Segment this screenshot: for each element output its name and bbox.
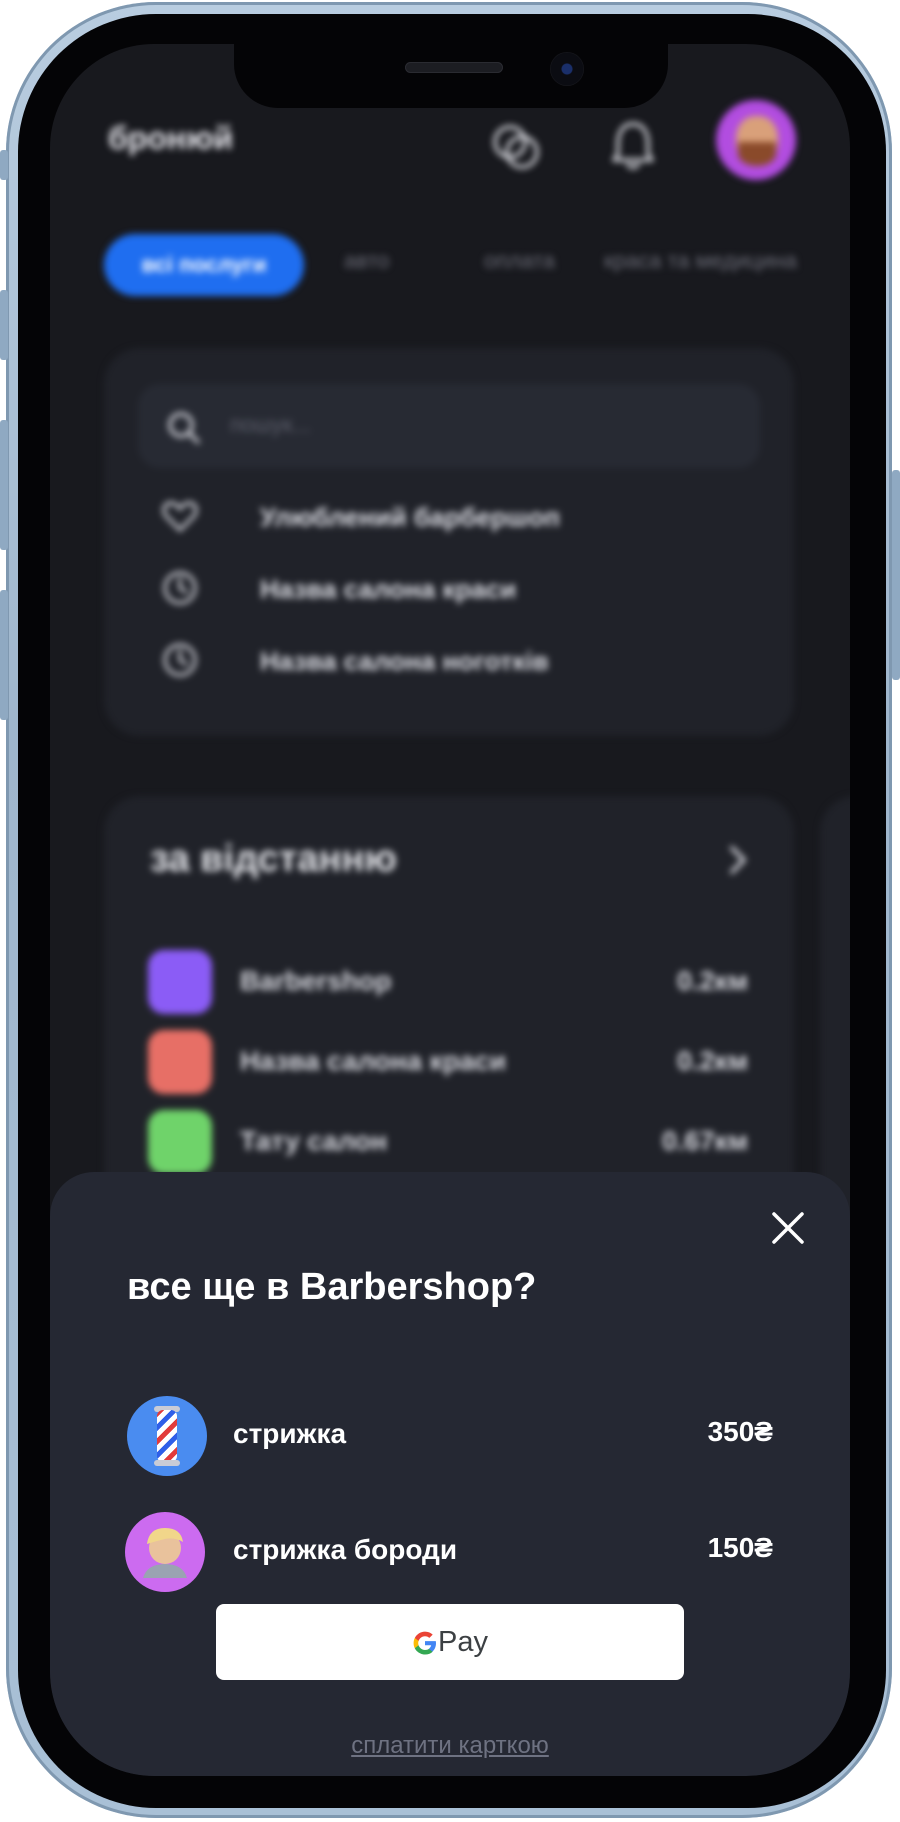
tattoo-pen-icon <box>148 1110 212 1174</box>
search-placeholder: пошук... <box>230 412 311 437</box>
gpay-label: Pay <box>438 1626 488 1658</box>
bottom-sheet: все ще в Barbershop? стрижка 350₴ стрижк… <box>50 1172 850 1776</box>
user-avatar[interactable] <box>716 100 796 180</box>
place-distance: 0.67км <box>661 1126 748 1156</box>
place-name: Назва салона краси <box>240 1046 507 1076</box>
side-button-right <box>892 470 900 680</box>
place-distance: 0.2км <box>676 966 748 996</box>
clock-icon <box>160 568 200 613</box>
bell-icon[interactable] <box>610 118 656 177</box>
pay-by-card-link[interactable]: сплатити карткою <box>50 1732 850 1760</box>
recent-item-label: Назва салона ноготків <box>260 646 549 676</box>
side-button-left-1 <box>0 150 8 180</box>
place-row-tattoo[interactable]: Тату салон 0.67км <box>148 1110 748 1174</box>
heart-icon <box>160 496 200 541</box>
service-price: 350₴ <box>707 1416 773 1447</box>
service-row-beard[interactable]: стрижка бороди 150₴ <box>125 1512 773 1592</box>
place-row-barbershop[interactable]: Barbershop 0.2км <box>148 950 748 1014</box>
tab-beauty-medicine[interactable]: краса та медицина <box>604 248 797 274</box>
service-price: 150₴ <box>707 1532 773 1563</box>
app-title: бронюй <box>108 120 234 156</box>
sheet-title: все ще в Barbershop? <box>127 1266 537 1308</box>
search-card: пошук... Улюблений барбершоп Назва салон… <box>104 348 794 736</box>
side-button-left-2 <box>0 290 8 360</box>
service-name: стрижка <box>233 1418 347 1449</box>
place-name: Тату салон <box>240 1126 388 1156</box>
service-name: стрижка бороди <box>233 1534 458 1565</box>
notch <box>234 44 668 108</box>
phone-screen: бронюй всі послуги авто оплата краса та … <box>50 44 850 1776</box>
recent-item-label: Улюблений барбершоп <box>260 502 560 532</box>
haircut-person-icon <box>125 1512 205 1592</box>
recent-item-beauty[interactable]: Назва салона краси <box>160 564 760 612</box>
side-button-left-3 <box>0 420 8 550</box>
recent-item-nails[interactable]: Назва салона ноготків <box>160 636 760 684</box>
barber-pole-icon <box>127 1396 207 1476</box>
scissors-icon <box>148 1030 212 1094</box>
google-pay-button[interactable]: Pay <box>216 1604 684 1680</box>
place-distance: 0.2км <box>676 1046 748 1076</box>
store-icon <box>148 950 212 1014</box>
tab-payment[interactable]: оплата <box>484 248 555 274</box>
service-row-haircut[interactable]: стрижка 350₴ <box>127 1396 773 1476</box>
place-name: Barbershop <box>240 966 392 996</box>
speaker-grille <box>405 62 503 73</box>
category-tabs: всі послуги авто оплата краса та медицин… <box>104 234 850 298</box>
close-icon[interactable] <box>768 1208 808 1248</box>
tab-all-services[interactable]: всі послуги <box>104 234 304 296</box>
side-button-left-4 <box>0 590 8 720</box>
recent-item-favorite[interactable]: Улюблений барбершоп <box>160 492 760 540</box>
google-g-icon <box>412 1630 438 1661</box>
search-icon <box>166 410 202 451</box>
chevron-right-icon[interactable] <box>724 840 752 885</box>
distance-title: за відстанню <box>150 838 397 880</box>
recent-item-label: Назва салона краси <box>260 574 517 604</box>
search-input[interactable]: пошук... <box>138 384 760 468</box>
place-row-beauty[interactable]: Назва салона краси 0.2км <box>148 1030 748 1094</box>
front-camera <box>550 52 584 86</box>
chat-icon[interactable] <box>490 122 542 179</box>
tab-auto[interactable]: авто <box>344 248 390 274</box>
clock-icon <box>160 640 200 685</box>
